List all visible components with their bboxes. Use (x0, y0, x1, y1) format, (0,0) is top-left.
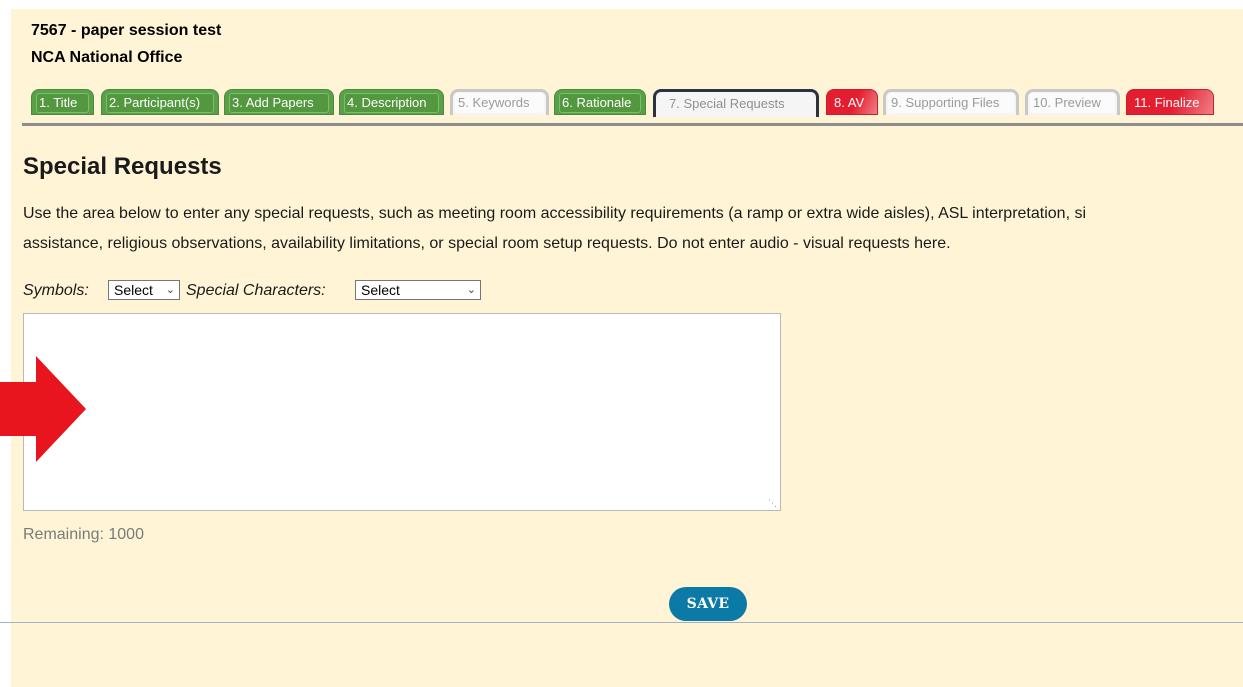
organization-name: NCA National Office (31, 49, 183, 66)
special-characters-select-value: Select (361, 282, 400, 298)
special-characters-label: Special Characters: (186, 282, 326, 299)
red-arrow-icon (0, 356, 86, 462)
save-button[interactable]: SAVE (669, 587, 747, 621)
tab-supporting-files[interactable]: 9. Supporting Files (883, 89, 1019, 115)
tab-rationale[interactable]: 6. Rationale (554, 89, 646, 115)
tab-finalize[interactable]: 11. Finalize (1126, 89, 1214, 115)
instructions-line-2: assistance, religious observations, avai… (23, 235, 951, 252)
tab-av[interactable]: 8. AV (826, 89, 878, 115)
tab-add-papers[interactable]: 3. Add Papers (224, 89, 334, 115)
resize-grip-icon[interactable]: ⋱ (768, 499, 777, 508)
chevron-down-icon: ⌄ (165, 284, 175, 296)
tab-special-requests[interactable]: 7. Special Requests (653, 89, 819, 117)
remaining-label: Remaining: 1000 (23, 526, 144, 543)
tab-description[interactable]: 4. Description (339, 89, 444, 115)
symbols-select-value: Select (114, 282, 153, 298)
symbols-select[interactable]: Select ⌄ (108, 280, 180, 300)
page-title: Special Requests (23, 153, 222, 180)
tab-preview[interactable]: 10. Preview (1025, 89, 1120, 115)
session-title: 7567 - paper session test (31, 22, 222, 39)
page-panel: 7567 - paper session test NCA National O… (11, 9, 1243, 687)
special-characters-select[interactable]: Select ⌄ (355, 280, 481, 300)
symbols-label: Symbols: (23, 282, 89, 299)
instructions-text: Use the area below to enter any special … (23, 199, 1233, 259)
tab-participants[interactable]: 2. Participant(s) (101, 89, 219, 115)
tab-keywords[interactable]: 5. Keywords (450, 89, 549, 115)
tab-divider (22, 123, 1243, 126)
instructions-line-1: Use the area below to enter any special … (23, 205, 1087, 222)
chevron-down-icon: ⌄ (466, 284, 476, 296)
remaining-counter: Remaining: 1000 (23, 526, 144, 544)
footer-divider (0, 622, 1243, 623)
tab-title[interactable]: 1. Title (31, 89, 94, 115)
special-requests-textarea[interactable]: ⋱ (23, 313, 781, 511)
